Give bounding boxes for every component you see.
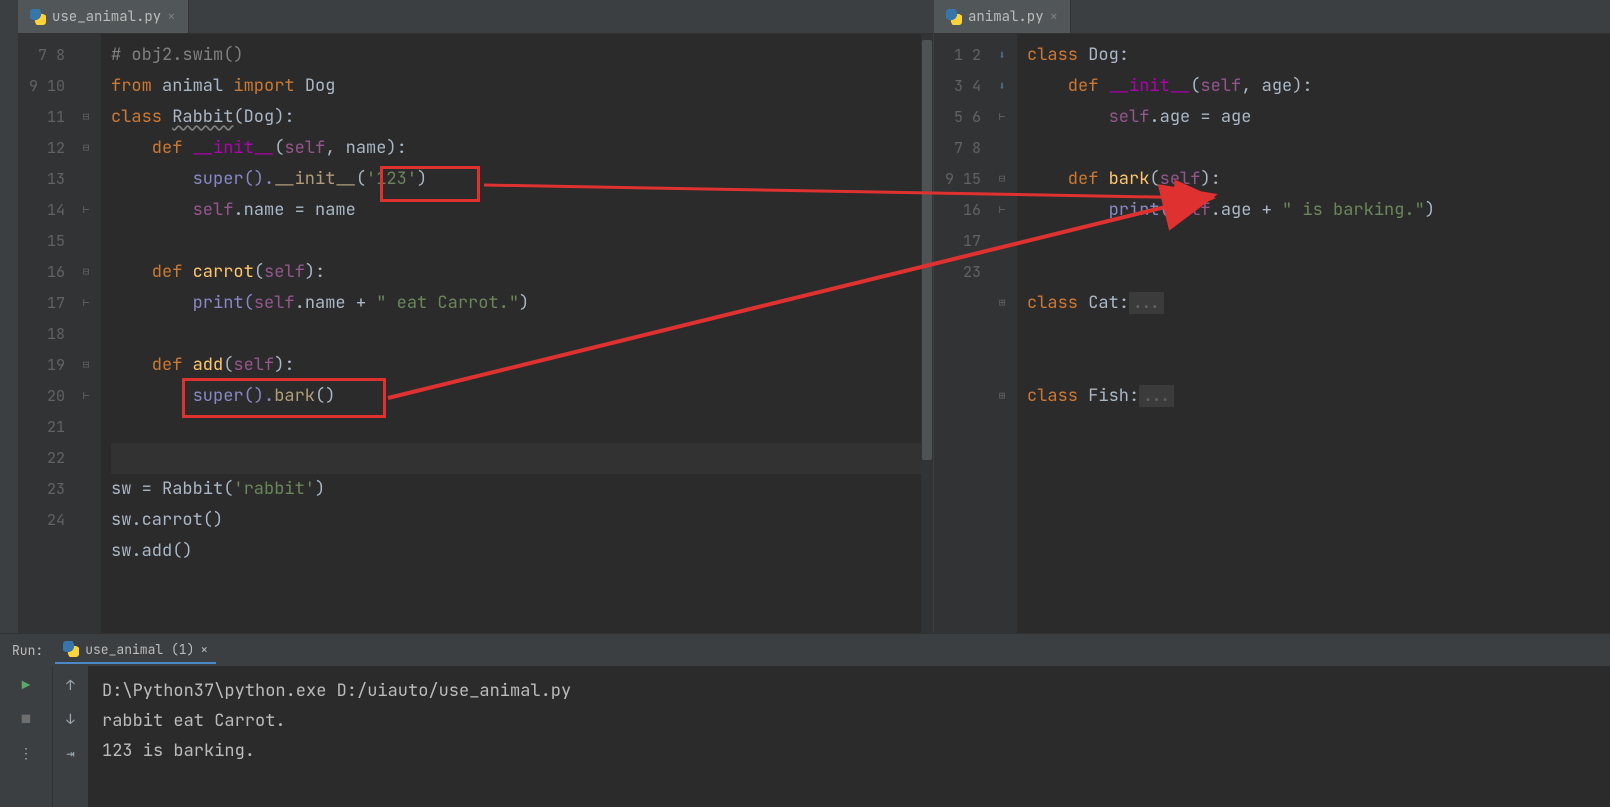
run-action-gutter: ▶ ■ ⋮ [0, 666, 52, 807]
rerun-button[interactable]: ▶ [16, 676, 36, 696]
python-file-icon [946, 9, 962, 25]
run-label: Run: [12, 642, 43, 659]
soft-wrap-icon[interactable]: ⇥ [61, 744, 81, 764]
scroll-down-icon[interactable]: ↓ [61, 710, 81, 730]
more-button[interactable]: ⋮ [16, 744, 36, 764]
tab-bar-right: animal.py × [934, 0, 1610, 34]
editor-pane-right: animal.py × 1 2 3 4 5 6 7 8 9 15 16 17 2… [934, 0, 1610, 633]
code-text-right[interactable]: class Dog: def __init__(self, age): self… [1017, 34, 1610, 633]
editor-split: use_animal.py × 7 8 9 10 11 12 13 14 15 … [0, 0, 1610, 633]
line-gutter: 1 2 3 4 5 6 7 8 9 15 16 17 23 [934, 34, 989, 633]
console-output[interactable]: D:\Python37\python.exe D:/uiauto/use_ani… [88, 666, 1610, 807]
run-tool-window: Run: use_animal (1) × ▶ ■ ⋮ ↑ ↓ ⇥ D:\Pyt… [0, 633, 1610, 807]
close-icon[interactable]: × [200, 641, 208, 658]
code-area-left[interactable]: 7 8 9 10 11 12 13 14 15 16 17 18 19 20 2… [18, 34, 933, 633]
close-icon[interactable]: × [1050, 8, 1058, 26]
python-file-icon [63, 641, 79, 657]
run-body: ▶ ■ ⋮ ↑ ↓ ⇥ D:\Python37\python.exe D:/ui… [0, 666, 1610, 807]
code-text-left[interactable]: # obj2.swim() from animal import Dog cla… [101, 34, 933, 633]
code-area-right[interactable]: 1 2 3 4 5 6 7 8 9 15 16 17 23 ⬇ ⬇ ⊢ ⊟ ⊢ … [934, 34, 1610, 633]
run-tab-bar: Run: use_animal (1) × [0, 634, 1610, 666]
stop-button[interactable]: ■ [16, 710, 36, 730]
scroll-up-icon[interactable]: ↑ [61, 676, 81, 696]
line-gutter: 7 8 9 10 11 12 13 14 15 16 17 18 19 20 2… [18, 34, 73, 633]
ide-root: use_animal.py × 7 8 9 10 11 12 13 14 15 … [0, 0, 1610, 807]
scrollbar[interactable] [921, 34, 933, 633]
tab-label: animal.py [968, 8, 1044, 26]
editor-pane-left: use_animal.py × 7 8 9 10 11 12 13 14 15 … [18, 0, 934, 633]
run-nav-gutter: ↑ ↓ ⇥ [52, 666, 88, 807]
run-tab-label: use_animal (1) [85, 641, 194, 658]
python-file-icon [30, 9, 46, 25]
tab-label: use_animal.py [52, 8, 161, 26]
close-icon[interactable]: × [167, 8, 175, 26]
run-tab[interactable]: use_animal (1) × [55, 637, 216, 664]
fold-gutter: ⬇ ⬇ ⊢ ⊟ ⊢ ⊞ ⊞ [989, 34, 1017, 633]
tab-bar-left: use_animal.py × [18, 0, 933, 34]
tab-animal[interactable]: animal.py × [934, 0, 1071, 33]
tab-use-animal[interactable]: use_animal.py × [18, 0, 189, 33]
left-tool-strip[interactable] [0, 0, 18, 633]
fold-gutter: ⊟ ⊟ ⊢ ⊟ ⊢ ⊟ ⊢ [73, 34, 101, 633]
